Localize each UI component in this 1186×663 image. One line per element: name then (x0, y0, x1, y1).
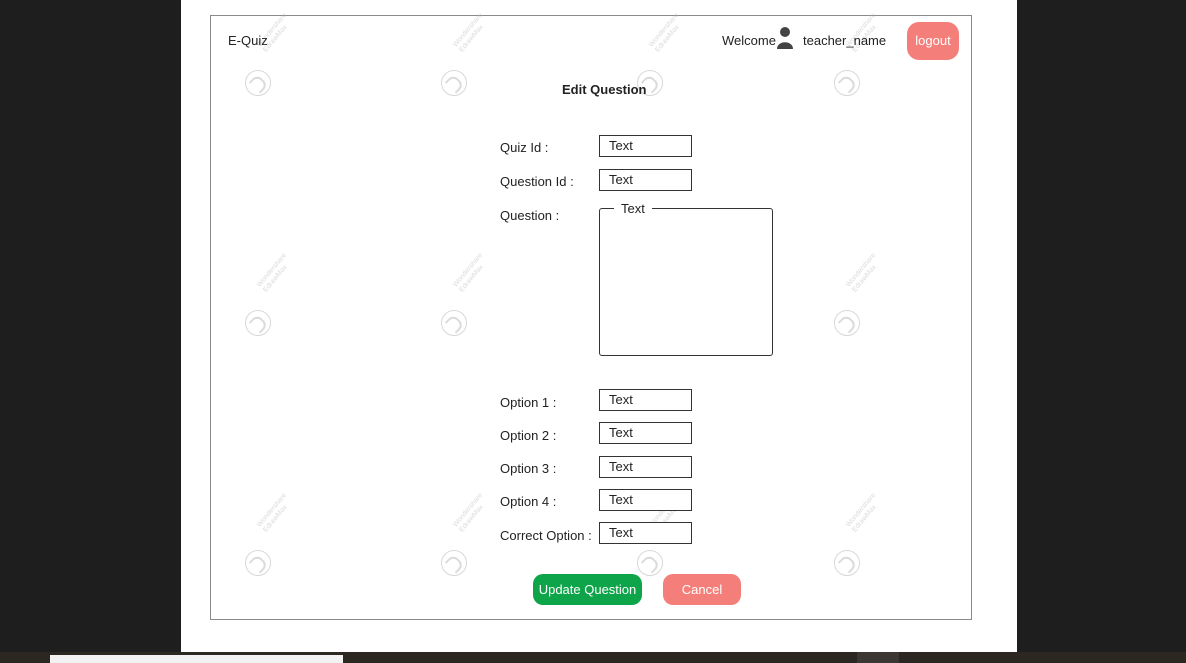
edrawmax-logo-icon (828, 304, 866, 342)
taskbar-app-button[interactable] (857, 652, 899, 663)
question-textarea[interactable] (599, 208, 773, 356)
edrawmax-watermark: WondershareEdrawMax (426, 492, 496, 582)
edrawmax-watermark: WondershareEdrawMax (622, 492, 692, 582)
edrawmax-logo-icon (435, 544, 473, 582)
correct-option-input[interactable]: Text (599, 522, 692, 544)
edrawmax-watermark: WondershareEdrawMax (426, 252, 496, 342)
edrawmax-logo-icon (239, 304, 277, 342)
edrawmax-watermark: WondershareEdrawMax (819, 492, 889, 582)
option4-input[interactable]: Text (599, 489, 692, 511)
quiz-id-input[interactable]: Text (599, 135, 692, 157)
edrawmax-watermark: WondershareEdrawMax (819, 252, 889, 342)
edrawmax-logo-icon (435, 64, 473, 102)
user-icon (777, 27, 793, 49)
left-dark-panel (0, 0, 181, 652)
option3-input[interactable]: Text (599, 456, 692, 478)
question-textarea-placeholder: Text (614, 201, 652, 216)
option3-label: Option 3 : (500, 461, 557, 476)
edrawmax-watermark: WondershareEdrawMax (230, 492, 300, 582)
quiz-id-label: Quiz Id : (500, 140, 549, 155)
logout-button[interactable]: logout (907, 22, 959, 60)
taskbar-search-box[interactable] (50, 655, 343, 663)
page-title: Edit Question (562, 82, 647, 97)
edrawmax-logo-icon (435, 304, 473, 342)
option2-input[interactable]: Text (599, 422, 692, 444)
update-question-button[interactable]: Update Question (533, 574, 642, 605)
option4-label: Option 4 : (500, 494, 557, 509)
edrawmax-watermark: WondershareEdrawMax (426, 12, 496, 102)
edrawmax-logo-icon (239, 64, 277, 102)
option1-label: Option 1 : (500, 395, 557, 410)
welcome-text: Welcome (722, 33, 776, 48)
right-dark-panel (1017, 0, 1186, 652)
edrawmax-logo-icon (828, 64, 866, 102)
brand-title: E-Quiz (228, 33, 268, 48)
username: teacher_name (803, 33, 887, 48)
question-id-input[interactable]: Text (599, 169, 692, 191)
edrawmax-logo-icon (239, 544, 277, 582)
question-label: Question : (500, 208, 560, 223)
cancel-button[interactable]: Cancel (663, 574, 741, 605)
question-id-label: Question Id : (500, 174, 574, 189)
correct-option-label: Correct Option : (500, 528, 592, 543)
edrawmax-logo-icon (828, 544, 866, 582)
option2-label: Option 2 : (500, 428, 557, 443)
option1-input[interactable]: Text (599, 389, 692, 411)
edrawmax-watermark: WondershareEdrawMax (230, 252, 300, 342)
